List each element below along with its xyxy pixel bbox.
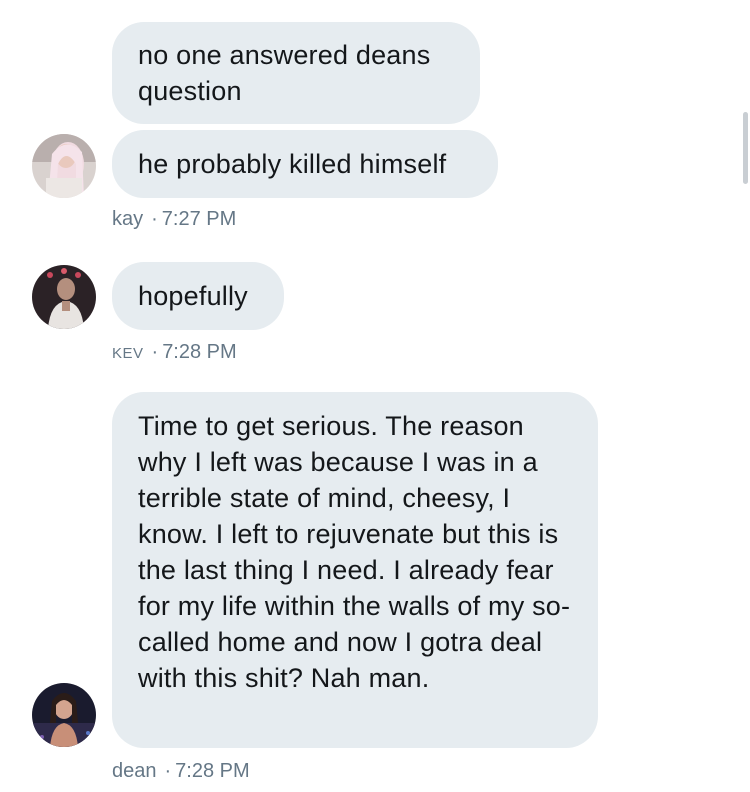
timestamp: 7:28 PM <box>162 341 237 363</box>
avatar-kev[interactable] <box>32 265 96 329</box>
sender-name[interactable]: kay <box>112 208 143 230</box>
meta-separator: · <box>151 341 159 363</box>
message-text: no one answered deans question <box>138 40 431 106</box>
avatar-dean-image <box>32 683 96 747</box>
timestamp: 7:27 PM <box>161 208 237 230</box>
message-meta: kay · 7:27 PM <box>112 208 236 231</box>
avatar-dean[interactable] <box>32 683 96 747</box>
meta-separator: · <box>151 208 158 230</box>
avatar-kay-image <box>32 134 96 198</box>
sender-name[interactable]: KEV <box>112 345 144 362</box>
message-text: hopefully <box>138 281 248 311</box>
message-bubble[interactable]: no one answered deans question <box>112 22 480 124</box>
message-text: Time to get serious. The reason why I le… <box>138 411 571 693</box>
avatar-kev-image <box>32 265 96 329</box>
timestamp: 7:28 PM <box>175 760 250 782</box>
avatar-kay[interactable] <box>32 134 96 198</box>
message-bubble[interactable]: hopefully <box>112 262 284 330</box>
dm-conversation: { "messages": [ { "sender": "kay", "bubb… <box>0 0 750 792</box>
message-bubble[interactable]: Time to get serious. The reason why I le… <box>112 392 598 748</box>
message-meta: dean · 7:28 PM <box>112 760 250 783</box>
message-text: he probably killed himself <box>138 149 447 179</box>
sender-name[interactable]: dean <box>112 760 157 782</box>
message-bubble[interactable]: he probably killed himself <box>112 130 498 198</box>
meta-separator: · <box>164 760 172 782</box>
scrollbar[interactable] <box>743 112 748 184</box>
message-meta: KEV · 7:28 PM <box>112 341 237 364</box>
